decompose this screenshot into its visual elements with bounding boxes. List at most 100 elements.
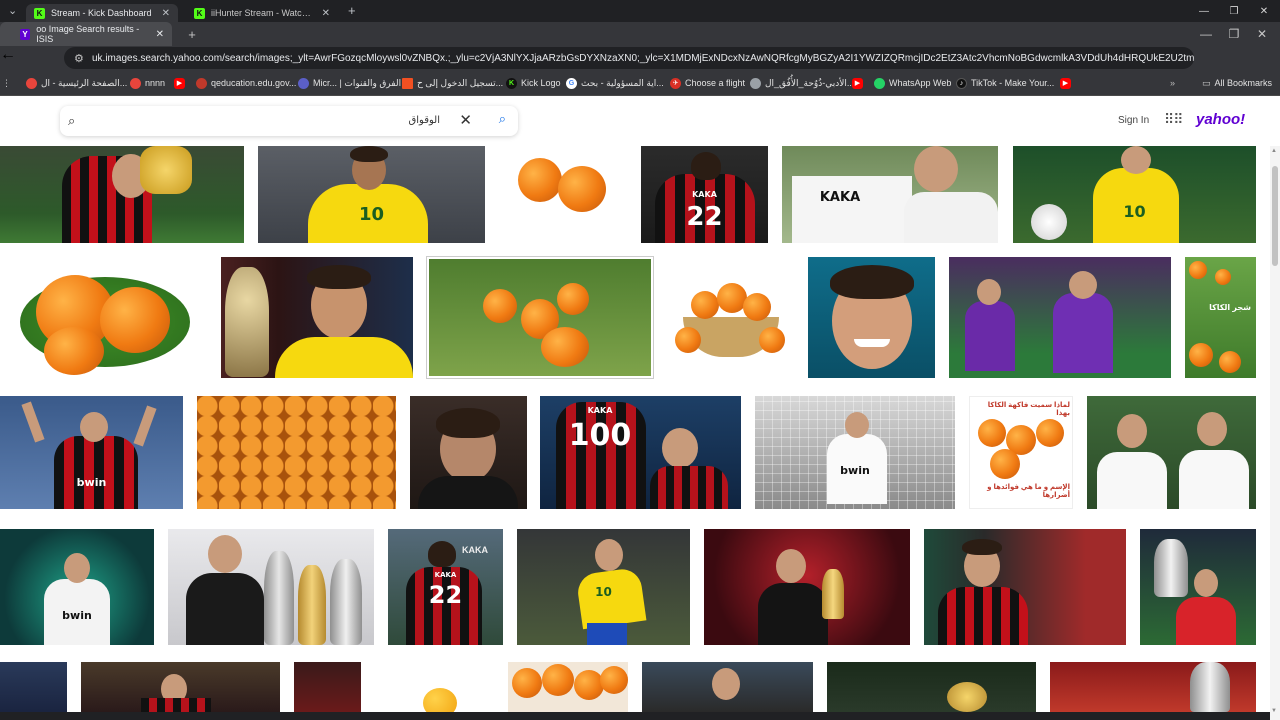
image-result[interactable]: bwin [0, 529, 154, 645]
search-submit-icon[interactable]: ⌕ [499, 111, 506, 127]
image-result[interactable] [1050, 662, 1256, 712]
persimmon-fruit [978, 419, 1006, 447]
close-icon[interactable]: ✕ [1252, 22, 1272, 46]
image-result[interactable] [508, 662, 628, 712]
site-settings-icon[interactable]: ⚙ [74, 52, 84, 65]
bookmark-item[interactable]: qeducation.edu.gov... [196, 70, 296, 96]
image-result[interactable]: لماذا سميت فاكهة الكاكا بهذا الإسم و ما … [969, 396, 1073, 509]
bookmarks-overflow-icon[interactable]: » [1170, 70, 1175, 96]
bookmark-item[interactable]: ⋮ [2, 70, 11, 96]
bookmark-item[interactable]: G اية المسؤولية - بحث... [566, 70, 664, 96]
image-result[interactable] [0, 257, 206, 378]
image-result[interactable]: 10 [517, 529, 690, 645]
search-box[interactable]: ⌕ الوقواق ✕ ⌕ [60, 106, 518, 136]
player-head [662, 428, 698, 468]
bookmark-item[interactable]: تسجيل الدخول إلى ح... [402, 70, 503, 96]
bookmark-item[interactable]: WhatsApp Web [874, 70, 951, 96]
close-tab-icon[interactable]: ✕ [156, 29, 164, 40]
scroll-up-icon[interactable]: ▲ [1271, 148, 1277, 154]
persimmon-fruit [1189, 261, 1207, 279]
bookmark-item[interactable]: ▶ [852, 70, 863, 96]
image-result[interactable] [949, 257, 1171, 378]
bookmark-item[interactable]: ♪ TikTok - Make Your... [956, 70, 1054, 96]
image-result[interactable] [168, 529, 374, 645]
image-caption: الإسم و ما هي فوائدها و أضرارها [987, 484, 1070, 499]
image-result[interactable] [294, 662, 361, 712]
image-result[interactable]: KAKA KAKA 22 [388, 529, 503, 645]
image-result[interactable]: KAKA [782, 146, 998, 243]
search-input[interactable]: الوقواق [409, 115, 440, 126]
image-result[interactable] [642, 662, 813, 712]
dark-shirt [418, 476, 518, 509]
tab-hunter-stream[interactable]: K iiHunter Stream - Watch Live o ✕ [186, 4, 338, 22]
image-result[interactable] [827, 662, 1036, 712]
jersey-name: KAKA [434, 571, 457, 579]
bookmark-item[interactable]: nnnn [130, 70, 165, 96]
image-result[interactable]: bwin [0, 396, 183, 509]
image-result[interactable] [808, 257, 935, 378]
close-tab-icon[interactable]: ✕ [162, 8, 170, 19]
bookmark-item[interactable]: ▶ [1060, 70, 1071, 96]
yahoo-logo[interactable]: yahoo! [1196, 111, 1245, 128]
image-result[interactable] [426, 256, 654, 379]
bookmark-item[interactable]: K Kick Logo [506, 70, 561, 96]
image-result[interactable] [0, 146, 244, 243]
clear-search-icon[interactable]: ✕ [459, 111, 472, 129]
minimize-icon[interactable]: — [1188, 0, 1220, 22]
vertical-scrollbar[interactable] [1270, 146, 1280, 720]
tab-yahoo-images[interactable]: Y oo Image Search results - ISIS ✕ [0, 22, 172, 46]
image-result[interactable]: KAKA 22 [641, 146, 768, 243]
image-result[interactable] [81, 662, 280, 712]
image-result[interactable]: bwin [755, 396, 955, 509]
brazil-jersey [275, 337, 413, 378]
bookmark-item[interactable]: Micr... | الفرق والقنوات [298, 70, 401, 96]
bookmark-item[interactable]: ✈ Choose a flight [670, 70, 745, 96]
new-tab-icon[interactable]: + [182, 22, 202, 46]
url-input[interactable]: uk.images.search.yahoo.com/search/images… [64, 47, 1194, 69]
tab-search-icon[interactable]: ⌄ [8, 0, 17, 22]
image-result[interactable]: KAKA 100 [540, 396, 741, 509]
bookmark-label: nnnn [145, 78, 166, 88]
image-result[interactable] [197, 396, 396, 509]
bookmark-item[interactable]: الصفحة الرئيسية - ال... [26, 70, 127, 96]
restore-icon[interactable]: ❐ [1224, 22, 1244, 46]
tab-kick-dashboard[interactable]: K Stream - Kick Dashboard ✕ [26, 4, 178, 22]
image-result[interactable] [1140, 529, 1256, 645]
bookmark-item[interactable]: ▶ [174, 70, 185, 96]
persimmon-pile [197, 396, 396, 509]
bookmark-item[interactable]: الأدبي-ذُوٌحة_الأُفُق_ال... [750, 70, 854, 96]
bookmark-label: WhatsApp Web [889, 78, 952, 88]
bookmark-label: الأدبي-ذُوٌحة_الأُفُق_ال... [765, 77, 855, 88]
all-bookmarks-button[interactable]: ▭ All Bookmarks [1202, 70, 1272, 96]
image-result[interactable] [498, 146, 628, 243]
close-tab-icon[interactable]: ✕ [322, 8, 330, 19]
image-result[interactable]: 10 [1013, 146, 1256, 243]
image-result[interactable] [704, 529, 910, 645]
image-result[interactable]: شجر الكاكا [1185, 257, 1256, 378]
bookmark-favicon-icon [26, 77, 37, 89]
minimize-icon[interactable]: — [1196, 22, 1216, 46]
image-result[interactable] [375, 662, 495, 712]
close-window-icon[interactable]: ✕ [1248, 0, 1280, 22]
apps-grid-icon[interactable]: ⠿⠿ [1164, 111, 1183, 128]
image-result[interactable] [1087, 396, 1256, 509]
persimmon-fruit [558, 166, 606, 212]
image-result[interactable]: 10 [258, 146, 485, 243]
new-tab-button[interactable]: + [348, 0, 356, 22]
trophy-icon [330, 559, 362, 645]
scroll-down-icon[interactable]: ▼ [1271, 708, 1277, 714]
image-caption: لماذا سميت فاكهة الكاكا بهذا [987, 402, 1070, 417]
scrollbar-thumb[interactable] [1272, 166, 1278, 266]
image-result[interactable] [410, 396, 527, 509]
player-head [914, 146, 958, 192]
image-result[interactable] [667, 257, 795, 378]
red-shirt [1176, 597, 1236, 645]
sign-in-link[interactable]: Sign In [1118, 115, 1149, 126]
restore-icon[interactable]: ❐ [1218, 0, 1250, 22]
image-result[interactable] [221, 257, 413, 378]
image-result[interactable] [0, 662, 67, 712]
player-head [1117, 414, 1147, 448]
white-shirt [904, 192, 998, 243]
persimmon-fruit [990, 449, 1020, 479]
image-result[interactable] [924, 529, 1126, 645]
